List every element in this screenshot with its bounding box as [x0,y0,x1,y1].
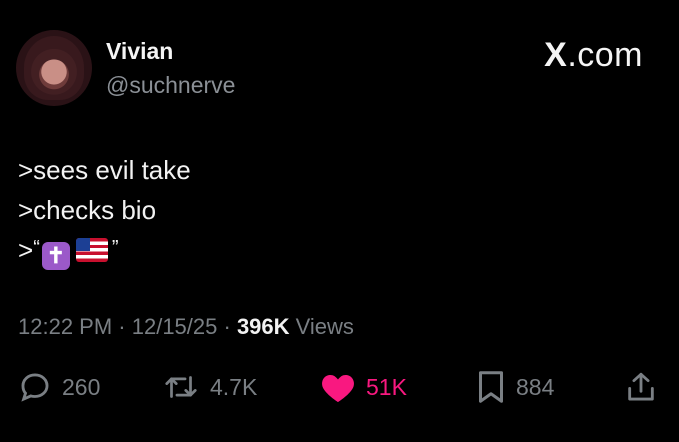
share-icon [628,372,654,401]
post-text: >sees evil take >checks bio >“ ✝ ” [18,150,191,270]
us-flag-emoji-icon [75,238,108,262]
repost-count: 4.7K [210,373,258,400]
x-logo-suffix: .com [567,36,643,74]
action-bar: 260 4.7K 51K 884 [0,362,679,412]
like-count: 51K [366,373,407,400]
views-label: Views [289,314,354,339]
bookmark-icon [479,371,503,403]
meta-separator: · [217,314,237,339]
post-line-3: >“ ✝ ” [18,230,191,270]
like-button[interactable]: 51K [320,362,407,412]
post-line-1: >sees evil take [18,155,191,185]
avatar[interactable] [16,30,92,106]
post-line-3-prefix: > [18,235,34,265]
post-time[interactable]: 12:22 PM [18,314,112,339]
open-quote: “ [33,237,40,259]
meta-separator: · [112,314,132,339]
repost-button[interactable]: 4.7K [162,362,257,412]
reply-button[interactable]: 260 [18,362,100,412]
post-date[interactable]: 12/15/25 [132,314,218,339]
display-name[interactable]: Vivian [106,38,173,65]
views-count: 396K [236,314,290,339]
avatar-hair [24,36,84,100]
reply-count: 260 [62,373,101,400]
reply-icon [21,373,49,402]
latin-cross-emoji-icon: ✝ [41,242,70,270]
x-com-logo: X.com [544,36,643,75]
post-line-2: >checks bio [18,195,157,225]
repost-icon [165,376,197,398]
bookmark-button[interactable]: 884 [476,362,554,412]
x-logo-letter: X [544,36,568,74]
post-metadata: 12:22 PM · 12/15/25 · 396K Views [18,314,354,340]
bookmark-count: 884 [516,373,555,400]
close-quote: ” [111,237,119,259]
heart-filled-icon [322,374,354,402]
user-handle[interactable]: @suchnerve [106,72,235,99]
share-button[interactable] [624,362,668,412]
